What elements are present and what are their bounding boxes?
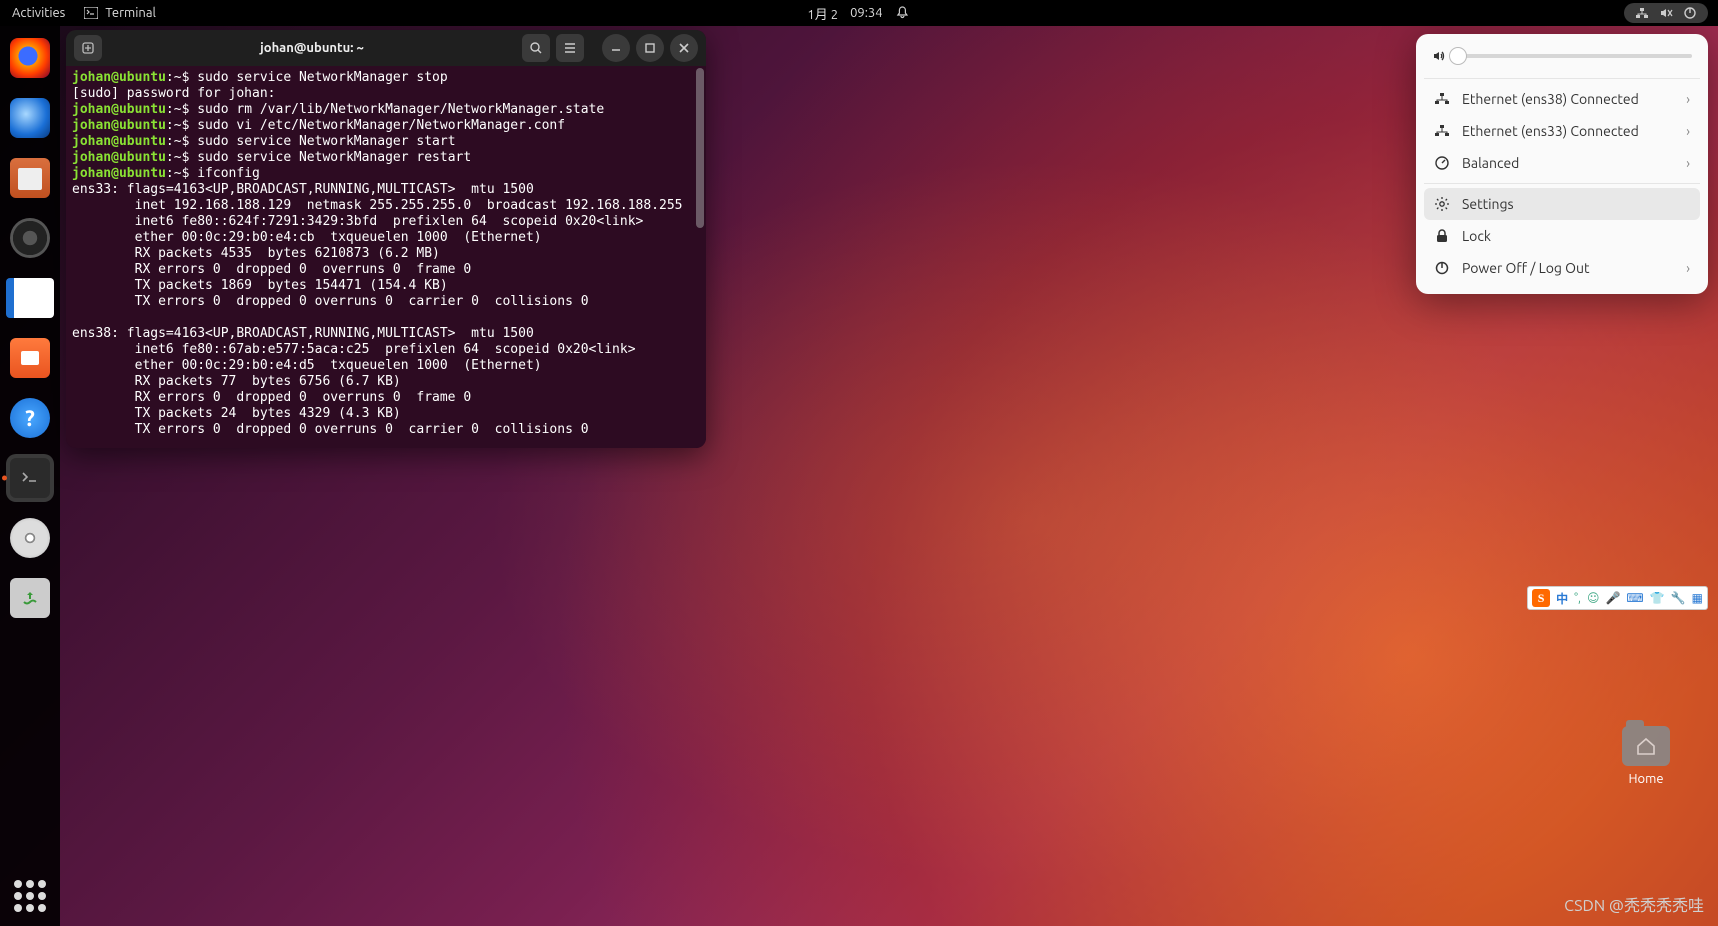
sogou-icon: S [1532, 589, 1550, 607]
window-title: johan@ubuntu: ~ [108, 41, 516, 55]
ime-voice-icon[interactable]: 🎤 [1605, 591, 1620, 605]
active-dot [2, 476, 7, 481]
minimize-button[interactable] [602, 34, 630, 62]
network-icon [1434, 91, 1450, 107]
dock-files[interactable] [6, 154, 54, 202]
volume-icon [1432, 48, 1448, 64]
dock-rhythmbox[interactable] [6, 214, 54, 262]
menu-item-balanced[interactable]: Balanced › [1424, 147, 1700, 179]
system-menu: Ethernet (ens38) Connected›Ethernet (ens… [1416, 34, 1708, 294]
chevron-right-icon: › [1686, 91, 1690, 107]
bell-icon [895, 5, 911, 21]
power-icon [1434, 260, 1450, 276]
volume-thumb[interactable] [1449, 47, 1467, 65]
volume-muted-icon [1658, 5, 1674, 21]
close-button[interactable] [670, 34, 698, 62]
menu-item-label: Lock [1462, 228, 1491, 244]
apps-button[interactable] [10, 876, 50, 916]
dock: ? [0, 26, 60, 926]
maximize-button[interactable] [636, 34, 664, 62]
separator [1424, 183, 1700, 184]
new-tab-button[interactable] [74, 35, 102, 61]
menu-item-label: Ethernet (ens38) Connected [1462, 91, 1639, 107]
clock[interactable]: 1月 2 09:34 [807, 4, 910, 23]
menu-item-power-off-log-out[interactable]: Power Off / Log Out › [1424, 252, 1700, 284]
dock-terminal[interactable] [6, 454, 54, 502]
chevron-right-icon: › [1686, 260, 1690, 276]
separator [1424, 78, 1700, 79]
dock-disc[interactable] [6, 514, 54, 562]
dock-firefox[interactable] [6, 34, 54, 82]
folder-icon [1622, 726, 1670, 766]
lock-icon [1434, 228, 1450, 244]
menu-item-ethernet-ens38-connected[interactable]: Ethernet (ens38) Connected › [1424, 83, 1700, 115]
top-bar: Activities Terminal 1月 2 09:34 [0, 0, 1718, 26]
terminal-titlebar[interactable]: johan@ubuntu: ~ [66, 30, 706, 66]
folder-label: Home [1614, 772, 1678, 786]
activities-button[interactable]: Activities [12, 6, 65, 20]
topbar-app-label: Terminal [105, 6, 156, 20]
dock-trash[interactable] [6, 574, 54, 622]
menu-item-label: Ethernet (ens33) Connected [1462, 123, 1639, 139]
topbar-app[interactable]: Terminal [83, 5, 156, 21]
volume-slider[interactable] [1458, 54, 1692, 58]
volume-row [1424, 44, 1700, 74]
menu-item-label: Balanced [1462, 155, 1519, 171]
search-button[interactable] [522, 34, 550, 62]
ime-toolbar[interactable]: S 中 °, ☺ 🎤 ⌨ 👕 🔧 ▦ [1527, 586, 1708, 610]
scrollbar[interactable] [696, 68, 704, 228]
network-icon [1634, 5, 1650, 21]
power-icon [1682, 5, 1698, 21]
menu-item-settings[interactable]: Settings [1424, 188, 1700, 220]
dock-thunderbird[interactable] [6, 94, 54, 142]
menu-button[interactable] [556, 34, 584, 62]
ime-emoji-icon[interactable]: ☺ [1587, 591, 1600, 605]
dock-software[interactable] [6, 334, 54, 382]
menu-item-label: Settings [1462, 196, 1514, 212]
ime-skin-icon[interactable]: 👕 [1650, 591, 1665, 605]
ime-keyboard-icon[interactable]: ⌨ [1626, 591, 1643, 605]
status-tray[interactable] [1624, 3, 1708, 23]
settings-icon [1434, 196, 1450, 212]
network-icon [1434, 123, 1450, 139]
chevron-right-icon: › [1686, 155, 1690, 171]
menu-item-ethernet-ens33-connected[interactable]: Ethernet (ens33) Connected › [1424, 115, 1700, 147]
terminal-window: johan@ubuntu: ~ johan@ubuntu:~$ sudo ser… [66, 30, 706, 448]
ime-punct-icon[interactable]: °, [1574, 592, 1581, 605]
ime-tool-icon[interactable]: 🔧 [1671, 591, 1686, 605]
terminal-icon [83, 5, 99, 21]
menu-item-lock[interactable]: Lock [1424, 220, 1700, 252]
power-mode-icon [1434, 155, 1450, 171]
terminal-body[interactable]: johan@ubuntu:~$ sudo service NetworkMana… [66, 66, 706, 448]
watermark: CSDN @秃秃秃秃哇 [1564, 892, 1704, 916]
menu-item-label: Power Off / Log Out [1462, 260, 1590, 276]
ime-grid-icon[interactable]: ▦ [1692, 591, 1703, 605]
desktop-home-folder[interactable]: Home [1614, 726, 1678, 786]
chevron-right-icon: › [1686, 123, 1690, 139]
dock-writer[interactable] [6, 274, 54, 322]
ime-lang[interactable]: 中 [1556, 590, 1568, 607]
dock-help[interactable]: ? [6, 394, 54, 442]
